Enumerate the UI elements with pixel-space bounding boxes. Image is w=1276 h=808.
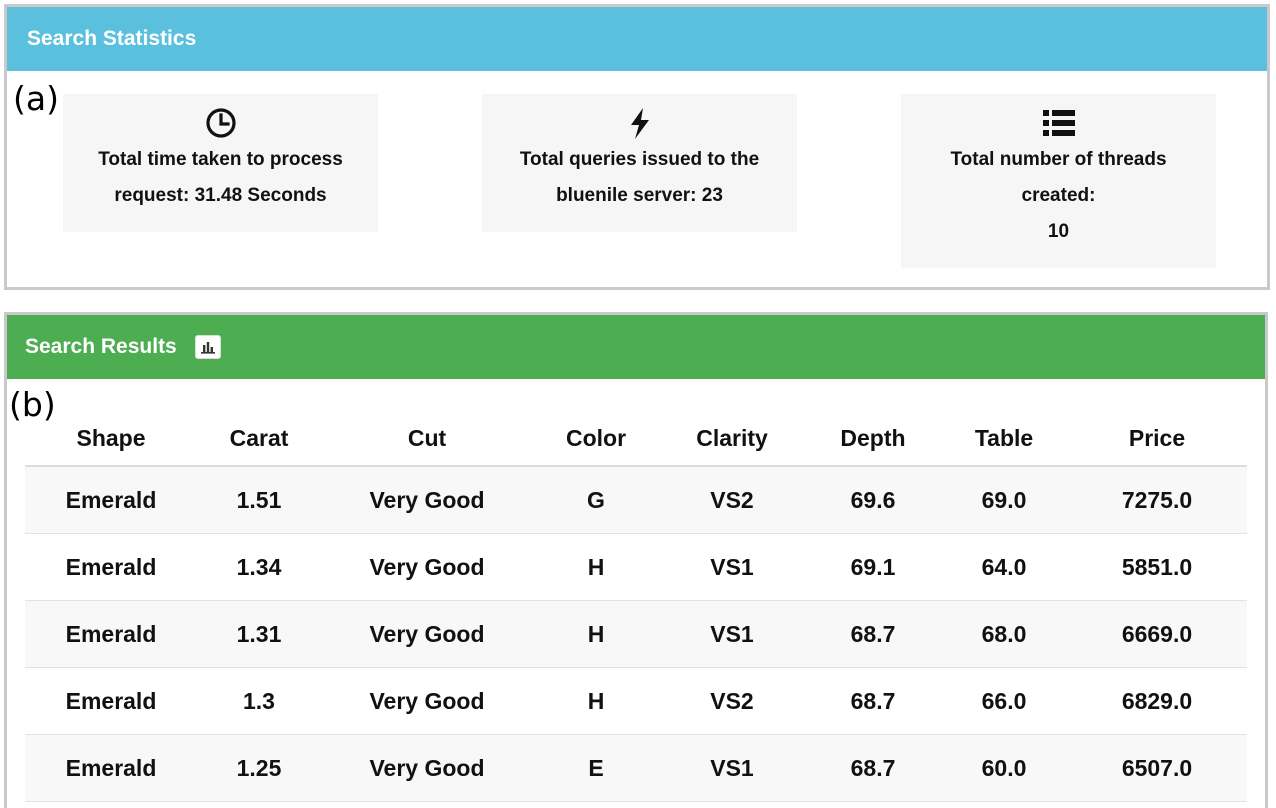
cell-table: 66.0 [941,667,1067,735]
cell-table: 69.0 [941,466,1067,534]
column-header-depth[interactable]: Depth [805,411,941,467]
bar-chart-icon [200,342,215,354]
cell-shape: Emerald [25,734,197,802]
search-statistics-title: Search Statistics [27,27,197,50]
cell-clarity: VS1 [659,600,805,668]
cell-price: 5851.0 [1067,533,1247,601]
stat-card-queries: Total queries issued to the bluenile ser… [482,94,797,232]
cell-color: H [533,600,659,668]
table-row: Emerald 1.25 Very Good E VS1 68.7 60.0 6507.0 [25,734,1247,802]
cell-table: 68.0 [941,600,1067,668]
cell-carat: 1.25 [197,734,321,802]
column-header-cut[interactable]: Cut [321,411,533,467]
cell-color: H [533,667,659,735]
cell-color: E [533,734,659,802]
bolt-icon [630,108,649,139]
stat-threads-line3: 10 [1047,221,1070,242]
cell-carat: 1.34 [197,533,321,601]
table-row: Emerald 1.3 Very Good H VS2 68.7 66.0 6829.0 [25,667,1247,735]
cell-table: 64.0 [941,533,1067,601]
table-row: Emerald 1.51 Very Good G VS2 69.6 69.0 7275.0 [25,466,1247,534]
cell-shape: Emerald [25,667,197,735]
stat-time-line1: Total time taken to process [98,149,343,170]
stat-threads-line2: created: [1021,185,1096,206]
cell-clarity: VS1 [659,734,805,802]
cell-carat: 1.31 [197,600,321,668]
cell-shape: Emerald [25,466,197,534]
cell-shape: Emerald [25,533,197,601]
cell-color: H [533,533,659,601]
column-header-table[interactable]: Table [941,411,1067,467]
column-header-clarity[interactable]: Clarity [659,411,805,467]
stat-queries-line2: bluenile server: 23 [556,185,723,206]
cell-clarity: VS2 [659,667,805,735]
cell-cut: Very Good [321,600,533,668]
cell-carat: 1.3 [197,667,321,735]
search-results-header: Search Results [7,315,1265,379]
stat-card-time: Total time taken to process request: 31.… [63,94,378,232]
search-results-title: Search Results [25,335,177,358]
cell-carat: 1.51 [197,466,321,534]
search-statistics-header: Search Statistics [7,7,1267,71]
column-header-shape[interactable]: Shape [25,411,197,467]
cell-color: G [533,466,659,534]
table-row: Emerald 1.34 Very Good H VS1 69.1 64.0 5851.0 [25,533,1247,601]
cell-depth: 68.7 [805,667,941,735]
cell-cut: Very Good [321,533,533,601]
table-row: Emerald 1.31 Very Good H VS1 68.7 68.0 6669.0 [25,600,1247,668]
cell-depth: 68.7 [805,734,941,802]
cell-cut: Very Good [321,466,533,534]
cell-price: 7275.0 [1067,466,1247,534]
clock-icon [205,108,236,138]
cell-price: 6507.0 [1067,734,1247,802]
cell-depth: 69.6 [805,466,941,534]
list-icon [1042,110,1075,136]
column-header-price[interactable]: Price [1067,411,1247,467]
cell-depth: 69.1 [805,533,941,601]
bar-chart-button[interactable] [194,335,221,359]
results-table-body: Emerald 1.51 Very Good G VS2 69.6 69.0 7275.0 Em… [25,466,1247,802]
table-header-row: Shape Carat Cut Color Clarity Depth Table Price [25,411,1247,467]
stat-queries-line1: Total queries issued to the [519,149,760,170]
cell-cut: Very Good [321,734,533,802]
column-header-color[interactable]: Color [533,411,659,467]
results-table: Shape Carat Cut Color Clarity Depth Table Price… [25,411,1247,802]
cell-clarity: VS1 [659,533,805,601]
column-header-carat[interactable]: Carat [197,411,321,467]
search-results-panel: Search Results (b) Shape Carat Cut Color Cla… [4,312,1268,808]
cell-cut: Very Good [321,667,533,735]
cell-clarity: VS2 [659,466,805,534]
cell-table: 60.0 [941,734,1067,802]
stat-time-line2: request: 31.48 Seconds [114,185,327,206]
cell-shape: Emerald [25,600,197,668]
stat-card-threads: Total number of threads created: 10 [901,94,1216,268]
cell-depth: 68.7 [805,600,941,668]
panel-label-a: (a) [13,79,59,118]
search-statistics-panel: Search Statistics (a) Total time taken t… [4,4,1270,290]
stat-threads-line1: Total number of threads [950,149,1167,170]
cell-price: 6669.0 [1067,600,1247,668]
cell-price: 6829.0 [1067,667,1247,735]
